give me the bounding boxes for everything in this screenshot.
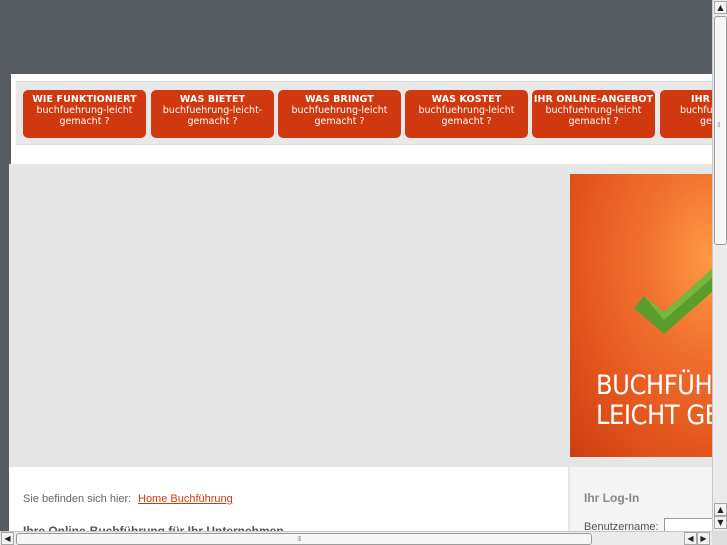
grip-icon: ⁞⁞ (717, 121, 721, 129)
nav-item-title: WAS BRINGT (305, 94, 374, 105)
scroll-up-icon[interactable]: ▲ (714, 1, 727, 14)
nav-item-subtitle: buchfuehrung-leicht (291, 105, 388, 116)
page-header-band (0, 0, 712, 74)
scroll-left-icon[interactable]: ◀ (684, 532, 697, 545)
nav-item-title: WAS KOSTET (431, 94, 502, 105)
grip-icon: ⁞⁞⁞ (297, 535, 302, 543)
banner-text-line2: LEICHT GE (596, 400, 712, 431)
nav-item-subtitle: gemacht ? (568, 116, 619, 127)
horizontal-scroll-thumb[interactable]: ⁞⁞⁞ (16, 533, 592, 545)
brand-banner: BUCHFÜH LEICHT GE (570, 174, 712, 457)
nav-item-ihr[interactable]: IHR I buchfu ge (660, 90, 712, 138)
nav-item-was-kostet[interactable]: WAS KOSTET buchfuehrung-leicht gemacht ? (405, 90, 528, 138)
scroll-down-icon[interactable]: ▼ (714, 516, 727, 529)
nav-item-was-bietet[interactable]: WAS BIETET buchfuehrung-leicht- gemacht … (151, 90, 274, 138)
nav-item-subtitle: buchfu (680, 105, 712, 116)
nav-item-subtitle: buchfuehrung-leicht (545, 105, 642, 116)
nav-item-wie-funktioniert[interactable]: WIE FUNKTIONIERT buchfuehrung-leicht gem… (23, 90, 146, 138)
vertical-scroll-thumb[interactable]: ⁞⁞ (714, 16, 727, 245)
login-title: Ihr Log-In (584, 491, 640, 505)
checkmark-logo-icon (634, 269, 712, 334)
banner-text-line1: BUCHFÜH (596, 370, 712, 401)
nav-item-subtitle: buchfuehrung-leicht (36, 105, 133, 116)
nav-item-subtitle: gemacht ? (187, 116, 238, 127)
navigation-bar: WIE FUNKTIONIERT buchfuehrung-leicht gem… (16, 81, 712, 145)
vertical-scrollbar[interactable]: ▲ ⁞⁞ ▲ ▼ (712, 0, 727, 531)
horizontal-scrollbar[interactable]: ◀ ⁞⁞⁞ ◀ ▶ (0, 531, 712, 545)
nav-item-was-bringt[interactable]: WAS BRINGT buchfuehrung-leicht gemacht ? (278, 90, 401, 138)
nav-item-subtitle: gemacht ? (441, 116, 492, 127)
scroll-left-icon[interactable]: ◀ (1, 532, 14, 545)
nav-item-subtitle: gemacht ? (59, 116, 110, 127)
scrollbar-corner (712, 531, 727, 545)
nav-item-title: IHR I (691, 94, 712, 105)
scroll-up-icon[interactable]: ▲ (714, 503, 727, 516)
nav-item-subtitle: ge (700, 116, 712, 127)
navigation-container: WIE FUNKTIONIERT buchfuehrung-leicht gem… (11, 74, 712, 154)
breadcrumb-label: Sie befinden sich hier: (23, 493, 132, 505)
breadcrumb-home-link[interactable]: Home Buchführung (138, 493, 233, 505)
nav-item-subtitle: buchfuehrung-leicht (418, 105, 515, 116)
nav-item-subtitle: buchfuehrung-leicht- (162, 105, 263, 116)
nav-item-title: WAS BIETET (179, 94, 246, 105)
nav-item-title: WIE FUNKTIONIERT (32, 94, 137, 105)
nav-item-title: IHR ONLINE-ANGEBOT (533, 94, 654, 105)
spacer (11, 154, 712, 164)
nav-item-subtitle: gemacht ? (314, 116, 365, 127)
nav-item-ihr-online-angebot[interactable]: IHR ONLINE-ANGEBOT buchfuehrung-leicht g… (532, 90, 655, 138)
scroll-right-icon[interactable]: ▶ (697, 532, 710, 545)
